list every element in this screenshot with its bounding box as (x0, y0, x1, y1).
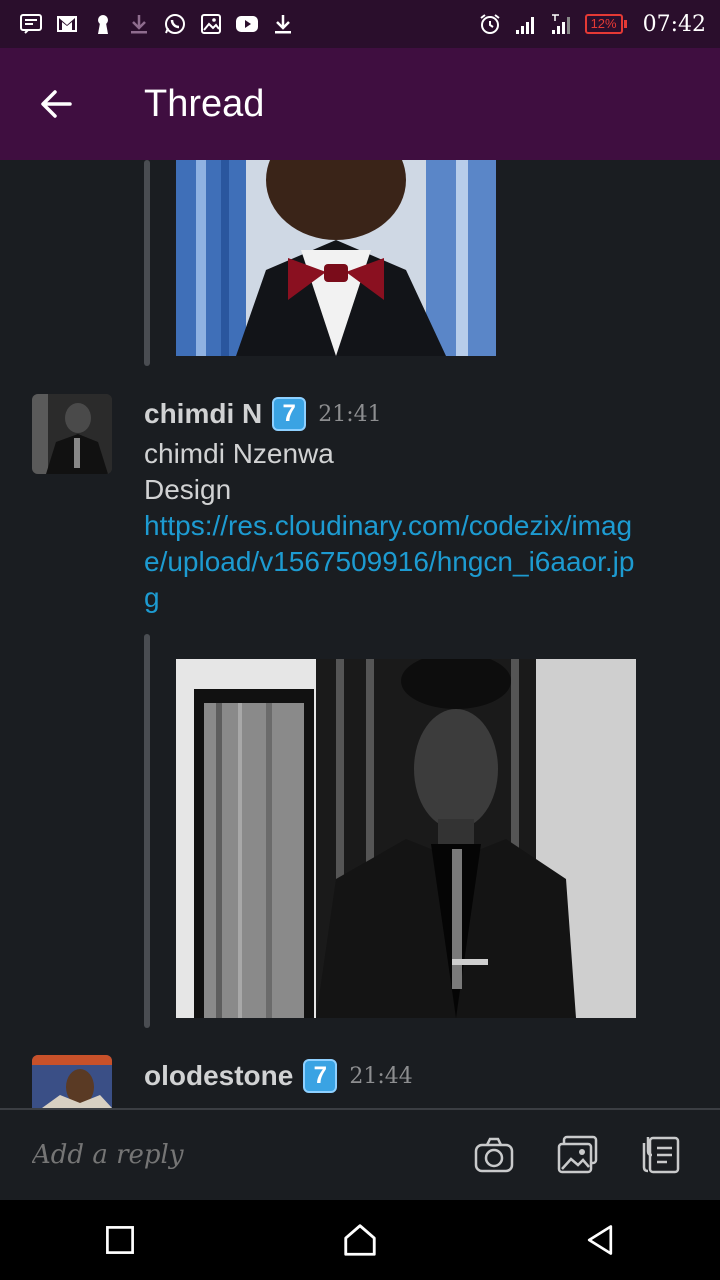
nav-back-button[interactable] (560, 1200, 640, 1280)
home-button[interactable] (320, 1200, 400, 1280)
message-header: chimdi N 7 21:41 (144, 394, 382, 434)
status-badge: 7 (303, 1059, 338, 1093)
message-line: chimdi Nzenwa (144, 438, 334, 469)
battery-level: 12% (584, 14, 623, 34)
message-icon (18, 11, 44, 37)
signal-icon (513, 11, 539, 37)
arrow-left-icon (41, 90, 72, 118)
attachment-image[interactable] (176, 659, 636, 1018)
alarm-icon (477, 11, 503, 37)
reply-composer (0, 1108, 720, 1200)
message-time: 21:44 (349, 1063, 413, 1089)
avatar[interactable] (32, 1055, 112, 1108)
home-icon (344, 1224, 376, 1256)
reply-input[interactable] (32, 1140, 470, 1170)
author-name[interactable]: chimdi N (144, 398, 262, 430)
gmail-icon (54, 11, 80, 37)
battery-icon: 12% (584, 14, 627, 34)
camera-icon[interactable] (470, 1131, 518, 1179)
back-icon (587, 1225, 613, 1255)
message-body: chimdi Nzenwa Design https://res.cloudin… (144, 436, 644, 616)
status-badge: 7 (272, 397, 307, 431)
recents-button[interactable] (80, 1200, 160, 1280)
message-header: olodestone 7 21:44 (144, 1056, 413, 1096)
system-nav-bar (0, 1200, 720, 1280)
recents-icon (106, 1226, 134, 1254)
download-icon (270, 11, 296, 37)
whatsapp-icon (162, 11, 188, 37)
files-icon[interactable] (638, 1131, 686, 1179)
status-clock: 07:42 (642, 11, 706, 37)
page-title: Thread (144, 82, 265, 125)
message-time: 21:41 (318, 401, 382, 427)
status-bar: 12% 07:42 (0, 0, 720, 48)
youtube-icon (234, 11, 260, 37)
attachment-image[interactable] (176, 160, 496, 356)
system-icons: 12% 07:42 (477, 11, 706, 37)
author-name[interactable]: olodestone (144, 1060, 293, 1092)
avatar[interactable] (32, 394, 112, 474)
signal-icon (549, 11, 575, 37)
keyhole-icon (90, 11, 116, 37)
message-link[interactable]: https://res.cloudinary.com/codezix/image… (144, 508, 644, 616)
notification-icons (18, 11, 296, 37)
back-button[interactable] (20, 68, 92, 140)
app-bar: Thread (0, 48, 720, 160)
attachment-bar (144, 634, 150, 1028)
message-line: Design (144, 474, 232, 505)
download-icon (126, 11, 152, 37)
image-icon (198, 11, 224, 37)
gallery-icon[interactable] (554, 1131, 602, 1179)
thread-content[interactable]: chimdi N 7 21:41 chimdi Nzenwa Design ht… (0, 160, 720, 1108)
attachment-bar (144, 160, 150, 366)
